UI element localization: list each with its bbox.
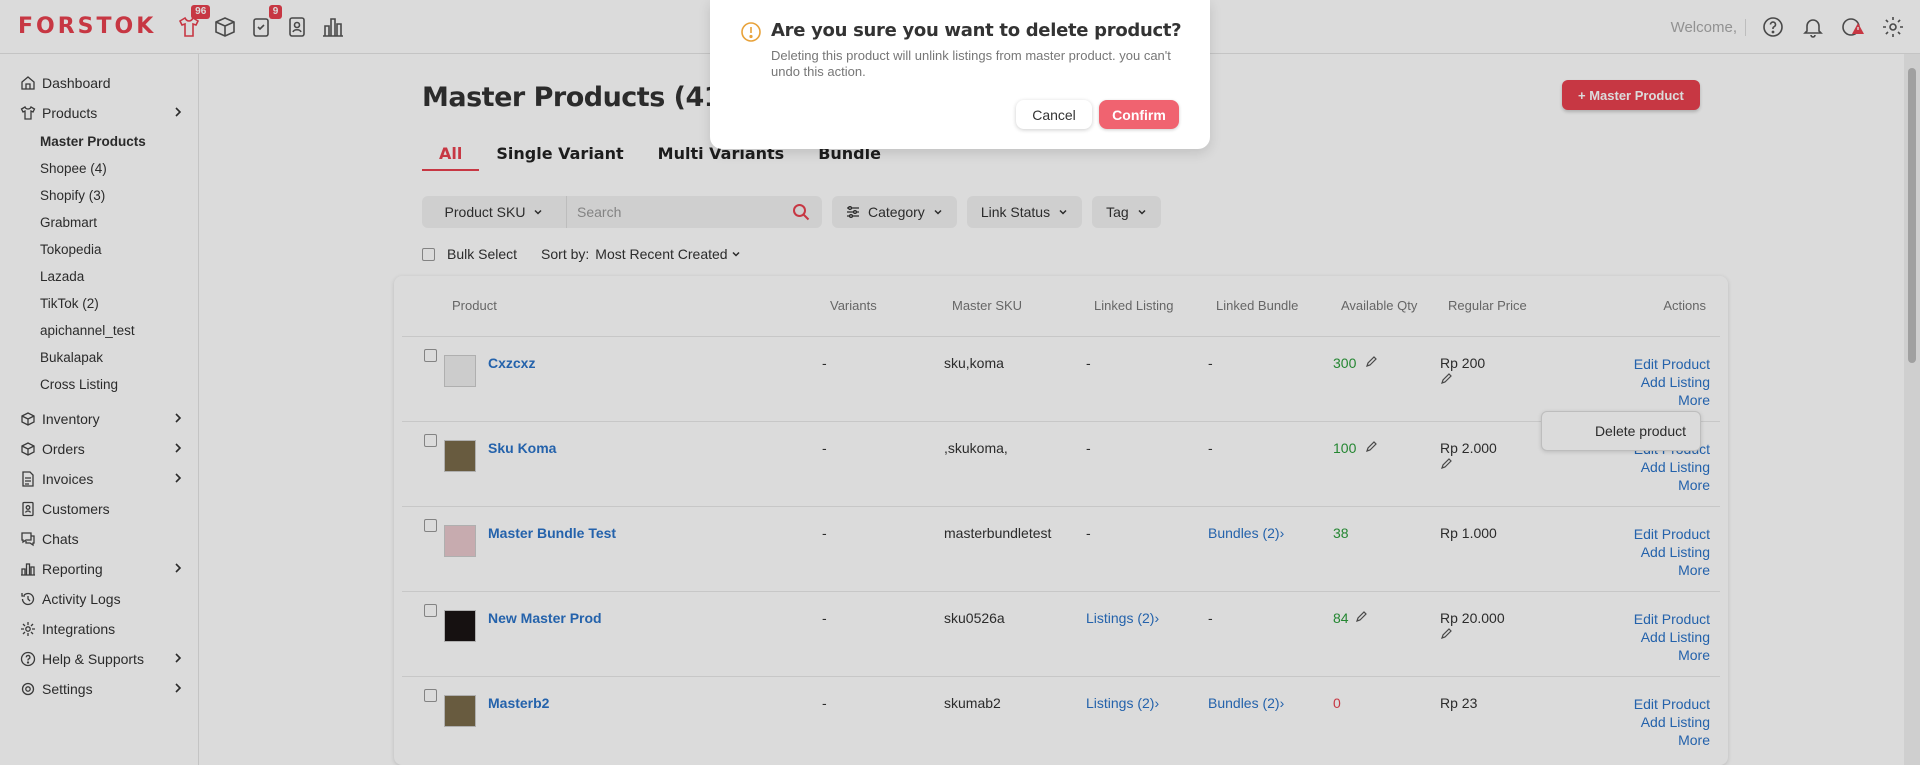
confirm-button[interactable]: Confirm xyxy=(1099,100,1179,129)
cancel-button[interactable]: Cancel xyxy=(1016,100,1092,129)
warning-icon xyxy=(741,22,761,42)
dialog-message: Deleting this product will unlink listin… xyxy=(771,48,1171,79)
delete-confirm-dialog: Are you sure you want to delete product?… xyxy=(710,0,1210,149)
dialog-title: Are you sure you want to delete product? xyxy=(771,20,1182,41)
